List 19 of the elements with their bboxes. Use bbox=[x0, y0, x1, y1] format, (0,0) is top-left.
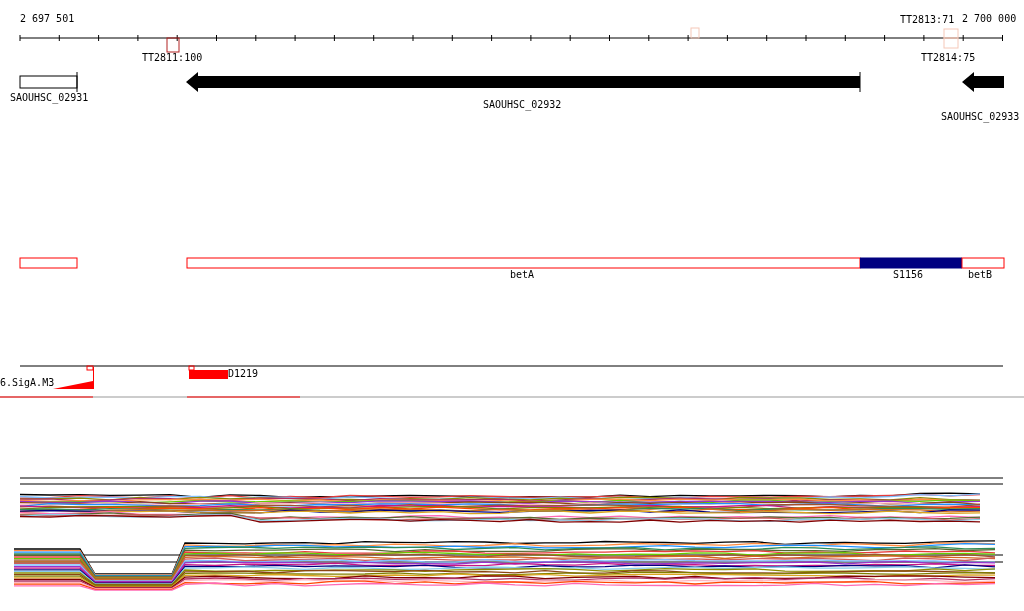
annotation-label: betB bbox=[968, 269, 993, 281]
gene-box bbox=[19, 71, 78, 93]
terminator-label: TT2814:75 bbox=[921, 52, 976, 64]
site-label: D1219 bbox=[228, 368, 259, 380]
promoter-ramp bbox=[53, 365, 94, 389]
annotation-label: betA bbox=[510, 269, 535, 281]
annotation-box bbox=[19, 257, 78, 269]
site-label: 6.SigA.M3 bbox=[0, 377, 55, 389]
terminator-label: TT2811:100 bbox=[142, 52, 203, 64]
annotation-box bbox=[961, 257, 1005, 269]
terminator-label: TT2813:71 bbox=[900, 14, 955, 26]
site-bar bbox=[188, 365, 228, 379]
gene-label: SAOUHSC_02932 bbox=[483, 99, 562, 111]
ruler-end-label: 2 700 000 bbox=[962, 13, 1017, 25]
annotation-label: S1156 bbox=[893, 269, 924, 281]
gene-label: SAOUHSC_02933 bbox=[941, 111, 1020, 123]
ruler-start-label: 2 697 501 bbox=[20, 13, 75, 25]
gene-label: SAOUHSC_02931 bbox=[10, 92, 89, 104]
gene-arrow bbox=[962, 72, 1004, 92]
